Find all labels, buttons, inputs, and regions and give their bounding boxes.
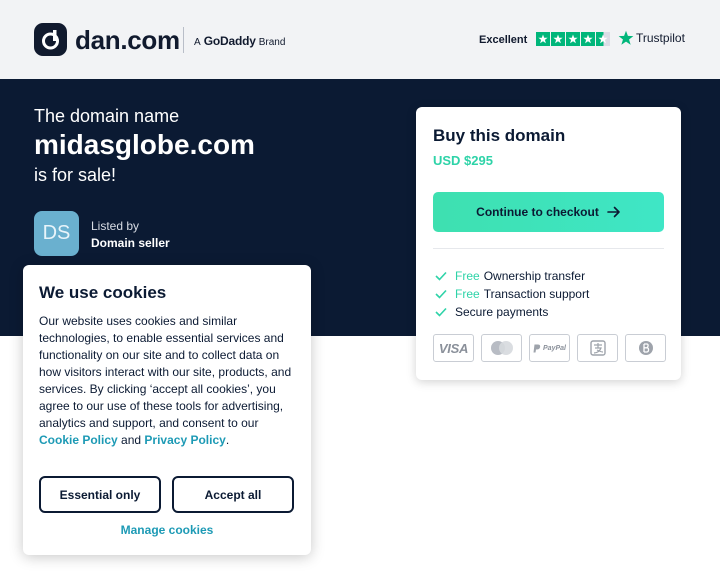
cookie-and: and <box>121 433 142 447</box>
feature-text: Transaction support <box>483 287 590 301</box>
buy-title: Buy this domain <box>433 126 566 145</box>
feature-item: Free Transaction support <box>435 285 589 303</box>
cookie-period: . <box>225 433 230 447</box>
half-star-icon <box>596 32 610 46</box>
dan-logo-icon[interactable] <box>34 23 67 56</box>
cookie-policy-link[interactable]: Cookie Policy <box>39 433 118 447</box>
check-icon <box>435 307 449 317</box>
feature-text: Secure payments <box>455 305 549 319</box>
trustpilot-stars <box>536 32 610 46</box>
star-icon <box>551 32 565 46</box>
trustpilot-star-icon <box>618 30 634 45</box>
domain-name: midasglobe.com <box>34 129 255 160</box>
trustpilot-rating-label: Excellent <box>479 34 528 46</box>
brand-prefix: A <box>194 37 201 48</box>
checkout-button[interactable]: Continue to checkout <box>433 192 664 232</box>
brand-name: GoDaddy <box>203 34 256 48</box>
bitcoin-icon <box>625 334 666 362</box>
checkout-label: Continue to checkout <box>476 205 599 219</box>
cookie-title: We use cookies <box>39 283 167 302</box>
price: USD $295 <box>433 153 493 168</box>
buy-domain-card: Buy this domain USD $295 Continue to che… <box>416 107 681 380</box>
paypal-icon: PayPal <box>529 334 570 362</box>
star-icon <box>581 32 595 46</box>
hero-for-sale: is for sale! <box>34 165 117 185</box>
visa-icon: VISA <box>433 334 474 362</box>
feature-list: Free Ownership transfer Free Transaction… <box>435 267 589 321</box>
check-icon <box>435 271 449 281</box>
accept-all-button[interactable]: Accept all <box>172 476 294 513</box>
godaddy-brand: A GoDaddy Brand <box>194 34 285 50</box>
arrow-right-icon <box>607 206 620 218</box>
hero-intro: The domain name <box>34 106 180 126</box>
feature-text: Ownership transfer <box>483 269 586 283</box>
feature-free: Free <box>455 287 480 301</box>
cookie-consent-dialog: We use cookies Our website uses cookies … <box>23 265 311 555</box>
card-divider <box>433 248 664 249</box>
listed-by-label: Listed by <box>91 219 140 233</box>
check-icon <box>435 289 449 299</box>
brand-suffix: Brand <box>258 37 286 48</box>
alipay-icon <box>577 334 618 362</box>
star-icon <box>566 32 580 46</box>
essential-only-button[interactable]: Essential only <box>39 476 161 513</box>
privacy-policy-link[interactable]: Privacy Policy <box>144 433 225 447</box>
trustpilot-label: Trustpilot <box>636 31 685 45</box>
logo-divider <box>183 27 184 53</box>
feature-free: Free <box>455 269 480 283</box>
cookie-body: Our website uses cookies and similar tec… <box>39 313 299 449</box>
payment-methods: VISA PayPal <box>433 334 666 362</box>
seller-name: Domain seller <box>91 236 170 250</box>
cookie-body-text: Our website uses cookies and similar tec… <box>39 314 292 430</box>
site-header: dan.com A GoDaddy Brand Excellent Trustp… <box>0 0 720 79</box>
mastercard-icon <box>481 334 522 362</box>
star-icon <box>536 32 550 46</box>
manage-cookies-link[interactable]: Manage cookies <box>23 523 311 537</box>
feature-item: Secure payments <box>435 303 589 321</box>
seller-avatar: DS <box>34 211 79 256</box>
trustpilot-logo[interactable]: Trustpilot <box>618 30 685 46</box>
logo-text[interactable]: dan.com <box>75 24 180 56</box>
feature-item: Free Ownership transfer <box>435 267 589 285</box>
paypal-label: PayPal <box>543 344 566 352</box>
